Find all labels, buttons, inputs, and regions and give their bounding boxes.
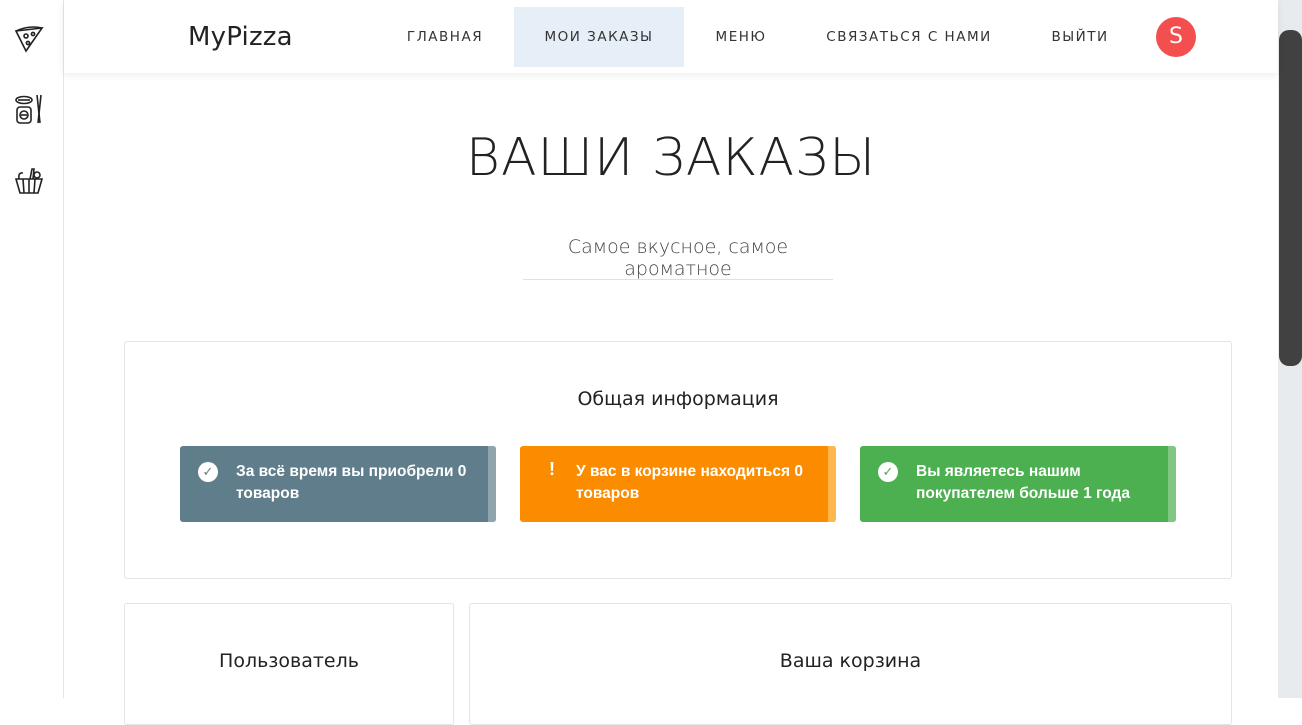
exclamation-icon: ! — [549, 459, 555, 479]
user-card: Пользователь — [124, 603, 454, 725]
check-icon: ✓ — [198, 462, 218, 482]
user-avatar[interactable]: S — [1156, 17, 1196, 57]
user-card-title: Пользователь — [219, 650, 359, 672]
nav-contact[interactable]: СВЯЗАТЬСЯ С НАМИ — [816, 7, 1002, 67]
cart-card-title: Ваша корзина — [779, 650, 922, 672]
nav-logout[interactable]: ВЫЙТИ — [1040, 7, 1120, 67]
alert-cart: ! У вас в корзине находиться 0 товаров — [520, 446, 836, 522]
subtitle-divider — [523, 279, 833, 280]
pizza-slice-icon[interactable] — [13, 22, 45, 54]
alert-purchased: ✓ За всё время вы приобрели 0 товаров — [180, 446, 496, 522]
alert-loyal-text: Вы являетесь нашим покупателем больше 1 … — [916, 463, 1131, 502]
sushi-icon[interactable] — [13, 93, 45, 125]
top-navbar: MyPizza ГЛАВНАЯ МОИ ЗАКАЗЫ МЕНЮ СВЯЗАТЬС… — [64, 0, 1278, 73]
brand-logo[interactable]: MyPizza — [188, 22, 293, 52]
alert-edge — [828, 446, 836, 522]
check-icon: ✓ — [878, 462, 898, 482]
general-info-title: Общая информация — [577, 388, 779, 410]
cart-card: Ваша корзина — [469, 603, 1232, 725]
scrollbar-thumb[interactable] — [1279, 30, 1302, 366]
nav-my-orders[interactable]: МОИ ЗАКАЗЫ — [514, 7, 684, 67]
page-title: ВАШИ ЗАКАЗЫ — [465, 128, 877, 188]
sidebar — [0, 0, 64, 698]
alert-edge — [1168, 446, 1176, 522]
alert-purchased-text: За всё время вы приобрели 0 товаров — [236, 463, 467, 502]
alert-edge — [488, 446, 496, 522]
page-subtitle: Самое вкусное, самое ароматное — [567, 236, 789, 280]
alert-cart-text: У вас в корзине находиться 0 товаров — [576, 463, 804, 502]
nav-menu[interactable]: МЕНЮ — [698, 7, 784, 67]
basket-icon[interactable] — [13, 164, 45, 196]
alert-loyal-customer: ✓ Вы являетесь нашим покупателем больше … — [860, 446, 1176, 522]
nav-home[interactable]: ГЛАВНАЯ — [390, 7, 500, 67]
